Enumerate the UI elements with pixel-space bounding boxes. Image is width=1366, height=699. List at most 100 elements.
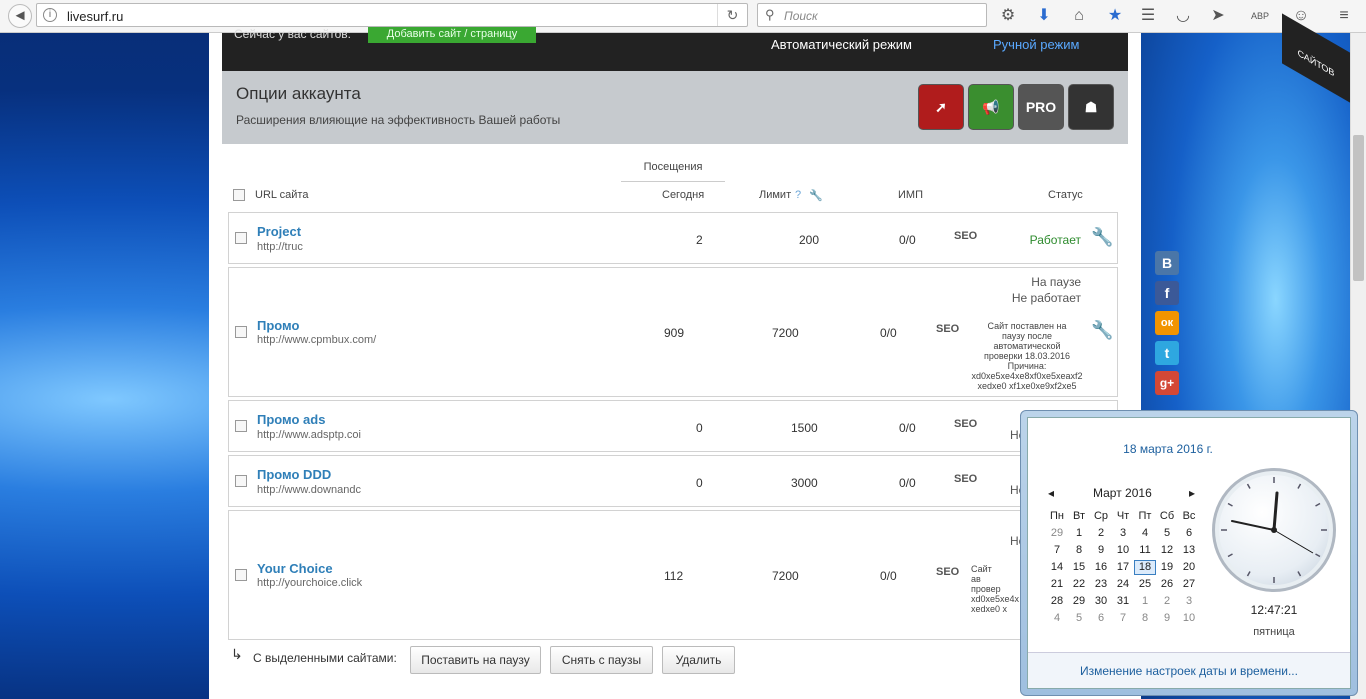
add-site-button[interactable]: Добавить сайт / страницу: [368, 27, 536, 43]
calendar-day[interactable]: 8: [1134, 612, 1156, 627]
site-name-link[interactable]: Project: [257, 224, 301, 239]
calendar-day[interactable]: 9: [1156, 612, 1178, 627]
calendar-day[interactable]: 6: [1090, 612, 1112, 627]
download-icon[interactable]: ⬇: [1033, 5, 1055, 27]
seo-icon[interactable]: SEO: [954, 230, 977, 242]
back-icon[interactable]: ◄: [8, 4, 32, 28]
col-url: URL сайта: [255, 189, 309, 201]
calendar-day[interactable]: 29: [1046, 527, 1068, 542]
row-checkbox[interactable]: [235, 475, 247, 487]
calendar-day[interactable]: 3: [1178, 595, 1200, 610]
row-checkbox[interactable]: [235, 232, 247, 244]
site-name-link[interactable]: Промо DDD: [257, 467, 331, 482]
calendar-day[interactable]: 26: [1156, 578, 1178, 593]
calendar-day[interactable]: 17: [1112, 561, 1134, 576]
settings-wrench-icon[interactable]: 🔧: [1091, 320, 1113, 341]
calendar-day[interactable]: 8: [1068, 544, 1090, 559]
help-icon[interactable]: ?: [795, 189, 801, 201]
language-icon[interactable]: АВР: [1243, 5, 1277, 27]
calendar-day[interactable]: 5: [1156, 527, 1178, 542]
home-icon[interactable]: ⌂: [1068, 5, 1090, 27]
calendar-day[interactable]: 7: [1112, 612, 1134, 627]
calendar-day[interactable]: 2: [1090, 527, 1112, 542]
long-date-link[interactable]: 18 марта 2016 г.: [1068, 442, 1268, 456]
scroll-thumb[interactable]: [1353, 135, 1364, 281]
seo-icon[interactable]: SEO: [936, 323, 959, 335]
url-bar[interactable]: i livesurf.ru ↻: [36, 3, 748, 27]
site-name-link[interactable]: Your Choice: [257, 561, 333, 576]
twitter-icon[interactable]: t: [1155, 341, 1179, 365]
google-plus-icon[interactable]: g+: [1155, 371, 1179, 395]
calendar-day[interactable]: 29: [1068, 595, 1090, 610]
bookmark-star-icon[interactable]: ★: [1104, 5, 1126, 27]
calendar-day[interactable]: 4: [1134, 527, 1156, 542]
calendar-day[interactable]: 10: [1178, 612, 1200, 627]
delete-button[interactable]: Удалить: [662, 646, 735, 674]
wrench-icon[interactable]: 🔧: [809, 189, 823, 202]
calendar-day[interactable]: 21: [1046, 578, 1068, 593]
reload-icon[interactable]: ↻: [717, 4, 747, 26]
calendar-day[interactable]: 30: [1090, 595, 1112, 610]
date-settings-link[interactable]: Изменение настроек даты и времени...: [1028, 652, 1350, 688]
facebook-icon[interactable]: f: [1155, 281, 1179, 305]
month-title[interactable]: Март 2016: [1093, 486, 1152, 500]
pocket-icon[interactable]: ◡: [1172, 5, 1194, 27]
row-checkbox[interactable]: [235, 326, 247, 338]
calendar-day[interactable]: 15: [1068, 561, 1090, 576]
calendar-day[interactable]: 3: [1112, 527, 1134, 542]
vk-icon[interactable]: В: [1155, 251, 1179, 275]
calendar-day[interactable]: 1: [1134, 595, 1156, 610]
search-box[interactable]: ⚲ Поиск: [757, 3, 987, 27]
agent-icon[interactable]: ☗: [1068, 84, 1114, 130]
calendar-day[interactable]: 23: [1090, 578, 1112, 593]
calendar-day[interactable]: 31: [1112, 595, 1134, 610]
calendar-day[interactable]: 4: [1046, 612, 1068, 627]
calendar-day[interactable]: 9: [1090, 544, 1112, 559]
menu-icon[interactable]: ≡: [1333, 5, 1355, 27]
calendar-day-today[interactable]: 18: [1134, 560, 1156, 575]
search-input[interactable]: Поиск: [784, 9, 818, 23]
pause-button[interactable]: Поставить на паузу: [410, 646, 541, 674]
next-month-icon[interactable]: ▸: [1189, 486, 1195, 500]
url-text[interactable]: livesurf.ru: [67, 9, 123, 24]
odnoklassniki-icon[interactable]: ок: [1155, 311, 1179, 335]
row-checkbox[interactable]: [235, 420, 247, 432]
prev-month-icon[interactable]: ◂: [1048, 486, 1054, 500]
row-checkbox[interactable]: [235, 569, 247, 581]
calendar-day[interactable]: 28: [1046, 595, 1068, 610]
calendar-day[interactable]: 5: [1068, 612, 1090, 627]
unpause-button[interactable]: Снять с паузы: [550, 646, 653, 674]
site-name-link[interactable]: Промо: [257, 318, 299, 333]
limit-value: 200: [799, 233, 820, 247]
calendar-day[interactable]: 14: [1046, 561, 1068, 576]
extension-icon[interactable]: ⚙: [997, 5, 1019, 27]
reading-list-icon[interactable]: ☰: [1137, 5, 1159, 27]
calendar-day[interactable]: 22: [1068, 578, 1090, 593]
calendar-day[interactable]: 16: [1090, 561, 1112, 576]
seo-icon[interactable]: SEO: [936, 566, 959, 578]
seo-icon[interactable]: SEO: [954, 473, 977, 485]
send-icon[interactable]: ➤: [1207, 5, 1229, 27]
site-name-link[interactable]: Промо ads: [257, 412, 325, 427]
calendar-day[interactable]: 6: [1178, 527, 1200, 542]
calendar-day[interactable]: 1: [1068, 527, 1090, 542]
pro-badge[interactable]: PRO: [1018, 84, 1064, 130]
calendar-day[interactable]: 11: [1134, 544, 1156, 559]
info-icon[interactable]: i: [43, 8, 57, 22]
calendar-day[interactable]: 13: [1178, 544, 1200, 559]
megaphone-icon[interactable]: 📢: [968, 84, 1014, 130]
calendar-day[interactable]: 7: [1046, 544, 1068, 559]
calendar-day[interactable]: 25: [1134, 578, 1156, 593]
rocket-icon[interactable]: ➚: [918, 84, 964, 130]
mode-manual-link[interactable]: Ручной режим: [993, 37, 1079, 52]
select-all-checkbox[interactable]: [233, 189, 245, 201]
seo-icon[interactable]: SEO: [954, 418, 977, 430]
calendar-day[interactable]: 2: [1156, 595, 1178, 610]
calendar-day[interactable]: 12: [1156, 544, 1178, 559]
calendar-day[interactable]: 24: [1112, 578, 1134, 593]
calendar-day[interactable]: 20: [1178, 561, 1200, 576]
calendar-day[interactable]: 19: [1156, 561, 1178, 576]
settings-wrench-icon[interactable]: 🔧: [1091, 227, 1113, 248]
calendar-day[interactable]: 10: [1112, 544, 1134, 559]
calendar-day[interactable]: 27: [1178, 578, 1200, 593]
